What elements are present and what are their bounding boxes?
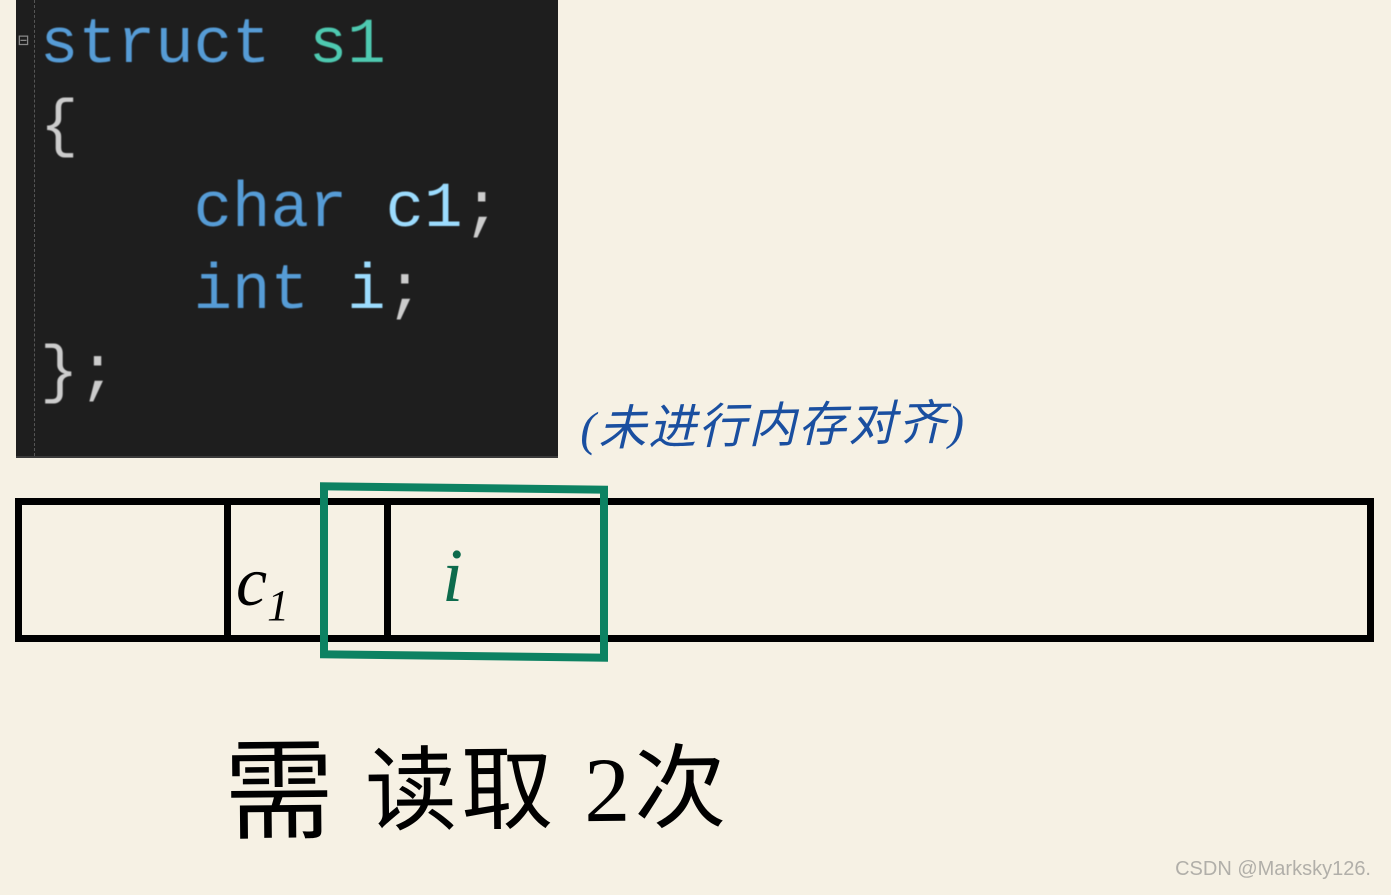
bottom-annotation: 需 读取 2次 [223, 698, 730, 862]
fold-minus-icon: ⊟ [18, 30, 30, 42]
keyword-struct: struct [40, 10, 270, 82]
bottom-mid: 读取 [338, 739, 585, 843]
field-i: i [309, 256, 386, 328]
read-highlight-box [320, 482, 608, 662]
bottom-count: 2次 [584, 738, 731, 841]
code-gutter: ⊟ [16, 0, 35, 456]
cell-c1-letter: c [236, 544, 267, 621]
brace-open: { [40, 92, 78, 164]
watermark: CSDN @Marksky126. [1175, 858, 1371, 881]
memory-cell-c1: c1 [236, 543, 289, 631]
semicolon-2: ; [386, 256, 424, 328]
code-text: struct s1 { char c1; int i; }; [40, 6, 501, 416]
type-name: s1 [270, 10, 385, 82]
cell-c1-sub: 1 [267, 581, 289, 630]
memory-layout-bar: c1 i [15, 498, 1374, 642]
brace-close: }; [40, 338, 117, 410]
field-c1: c1 [347, 174, 462, 246]
annotation-no-alignment: (未进行内存对齐) [579, 383, 966, 460]
bottom-prefix: 需 [224, 731, 339, 854]
memory-divider-1 [224, 505, 231, 635]
type-int: int [40, 256, 309, 328]
type-char: char [40, 174, 347, 246]
semicolon-1: ; [462, 174, 500, 246]
code-editor: ⊟ struct s1 { char c1; int i; }; [16, 0, 558, 458]
